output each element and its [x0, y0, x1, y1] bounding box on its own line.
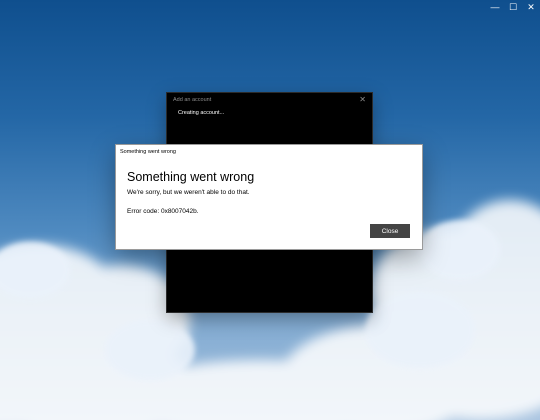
- error-code: Error code: 0x8007042b.: [127, 208, 199, 215]
- close-icon[interactable]: ✕: [522, 0, 540, 14]
- window-controls: — ☐ ✕: [486, 0, 540, 14]
- close-icon[interactable]: ✕: [359, 95, 366, 104]
- desktop-screen: — ☐ ✕ Add an account ✕ Creating account.…: [0, 0, 540, 420]
- error-heading: Something went wrong: [127, 170, 255, 184]
- close-button[interactable]: Close: [370, 224, 410, 238]
- window-title: Add an account: [173, 97, 212, 103]
- status-text: Creating account...: [178, 110, 225, 116]
- error-dialog: Something went wrong Something went wron…: [116, 145, 422, 249]
- dialog-title: Something went wrong: [120, 149, 176, 155]
- maximize-icon[interactable]: ☐: [504, 0, 522, 14]
- minimize-icon[interactable]: —: [486, 0, 504, 14]
- error-message: We're sorry, but we weren't able to do t…: [127, 189, 250, 196]
